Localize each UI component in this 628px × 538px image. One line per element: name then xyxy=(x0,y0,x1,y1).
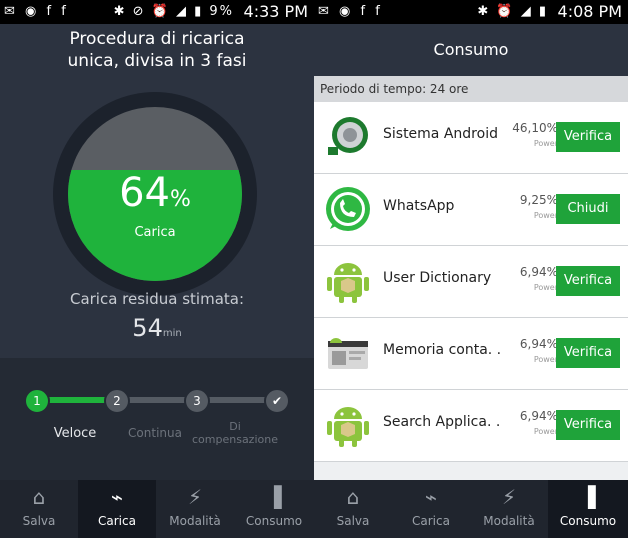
verifica-button[interactable]: Verifica xyxy=(556,410,620,440)
nav-carica[interactable]: ⌁ Carica xyxy=(392,480,470,538)
gauge-circle: 64% Carica xyxy=(68,107,242,281)
app-name: Search Applica. . xyxy=(383,414,501,430)
title-line-1: Procedura di ricarica xyxy=(69,29,245,49)
consumption-screen: ✉ ◉ f f ✱ ⏰ ◢ ▮ 4:08 PM Consumo Periodo … xyxy=(314,0,628,538)
phase-step-3[interactable]: 3 xyxy=(184,388,210,414)
list-item[interactable]: User Dictionary 6,94% Power Verifica xyxy=(314,246,628,318)
app-percent-sub: Power xyxy=(533,427,558,436)
system-icons: ✱ ⏰ ◢ ▮ xyxy=(477,4,548,19)
verifica-button[interactable]: Verifica xyxy=(556,122,620,152)
nav-carica[interactable]: ⌁ Carica xyxy=(78,480,156,538)
charge-percent: 64% xyxy=(68,171,242,222)
remaining-unit: min xyxy=(162,328,182,339)
app-name: Memoria conta. . xyxy=(383,342,502,358)
bottom-nav: ⌂ Salva ⌁ Carica ⚡ Modalità ▐ Consumo xyxy=(314,480,628,538)
charge-gauge: 64% Carica xyxy=(53,92,257,296)
charge-percent-unit: % xyxy=(170,187,191,212)
list-item[interactable]: Search Applica. . 6,94% Power Verifica xyxy=(314,390,628,462)
nav-modalita[interactable]: ⚡ Modalità xyxy=(156,480,234,538)
nav-label: Modalità xyxy=(483,514,535,528)
app-percent-sub: Power xyxy=(533,283,558,292)
bottom-nav: ⌂ Salva ⌁ Carica ⚡ Modalità ▐ Consumo xyxy=(0,480,314,538)
storage-icon xyxy=(328,338,368,369)
home-icon: ⌂ xyxy=(346,485,360,509)
app-percent: 6,94% xyxy=(519,337,558,351)
remaining-minutes: 54 xyxy=(132,314,163,342)
bar-chart-icon: ▐ xyxy=(580,485,596,509)
charge-label: Carica xyxy=(134,225,176,240)
app-name: Sistema Android xyxy=(383,126,498,142)
notification-icons: ✉ ◉ f f xyxy=(4,4,69,19)
status-time: 4:33 PM xyxy=(243,2,308,21)
list-item[interactable]: WhatsApp 9,25% Power Chiudi xyxy=(314,174,628,246)
charge-percent-value: 64 xyxy=(119,170,170,216)
app-percent-sub: Power xyxy=(533,139,558,148)
app-percent: 46,10% xyxy=(512,121,558,135)
phase-label-compensazione: Di compensazione xyxy=(192,420,278,446)
nav-salva[interactable]: ⌂ Salva xyxy=(314,480,392,538)
nav-label: Carica xyxy=(412,514,450,528)
status-time: 4:08 PM xyxy=(557,2,622,21)
title-line-2: unica, divisa in 3 fasi xyxy=(67,51,247,71)
app-percent-sub: Power xyxy=(533,211,558,220)
time-period-label: Periodo di tempo: 24 ore xyxy=(320,82,469,96)
phase-step-2[interactable]: 2 xyxy=(104,388,130,414)
phase-label-continua: Continua xyxy=(128,426,182,440)
nav-label: Salva xyxy=(336,514,370,528)
app-percent: 9,25% xyxy=(519,193,558,207)
android-package-icon xyxy=(327,263,369,303)
nav-salva[interactable]: ⌂ Salva xyxy=(0,480,78,538)
nav-label: Consumo xyxy=(559,514,617,528)
phase-track xyxy=(36,397,276,403)
nav-label: Salva xyxy=(22,514,56,528)
phase-label-veloce: Veloce xyxy=(53,426,97,441)
nav-label: Carica xyxy=(98,514,136,528)
page-title: Procedura di ricarica unica, divisa in 3… xyxy=(0,28,314,72)
status-bar: ✉ ◉ f f ✱ ⏰ ◢ ▮ 4:08 PM xyxy=(314,0,628,24)
whatsapp-icon xyxy=(326,187,370,231)
app-percent-sub: Power xyxy=(533,355,558,364)
status-bar: ✉ ◉ f f ✱ ⊘ ⏰ ◢ ▮ 9% 4:33 PM xyxy=(0,0,314,24)
app-consumption-list: Sistema Android 46,10% Power Verifica Wh… xyxy=(314,102,628,480)
remaining-label: Carica residua stimata: xyxy=(69,290,245,308)
home-icon: ⌂ xyxy=(32,485,46,509)
nav-modalita[interactable]: ⚡ Modalità xyxy=(470,480,548,538)
app-name: User Dictionary xyxy=(383,270,492,286)
lightning-icon: ⚡ xyxy=(501,485,517,509)
system-icons: ✱ ⊘ ⏰ ◢ ▮ 9% xyxy=(113,4,234,19)
time-period-bar: Periodo di tempo: 24 ore xyxy=(314,76,628,102)
bar-chart-icon: ▐ xyxy=(266,485,282,509)
android-package-icon xyxy=(327,407,369,447)
phase-step-done-check-icon[interactable]: ✔ xyxy=(264,388,290,414)
app-name: WhatsApp xyxy=(383,198,455,214)
phase-step-1[interactable]: 1 xyxy=(24,388,50,414)
verifica-button[interactable]: Verifica xyxy=(556,266,620,296)
charge-screen: ✉ ◉ f f ✱ ⊘ ⏰ ◢ ▮ 9% 4:33 PM Procedura d… xyxy=(0,0,314,538)
list-item[interactable]: Memoria conta. . 6,94% Power Verifica xyxy=(314,318,628,390)
android-system-icon xyxy=(328,117,368,155)
remaining-value: 54min xyxy=(0,314,314,342)
nav-label: Consumo xyxy=(245,514,303,528)
charge-phases: 1 2 3 ✔ Veloce Continua Di compensazione xyxy=(0,358,314,480)
plug-icon: ⌁ xyxy=(110,485,124,509)
app-percent: 6,94% xyxy=(519,409,558,423)
chiudi-button[interactable]: Chiudi xyxy=(556,194,620,224)
nav-label: Modalità xyxy=(169,514,221,528)
notification-icons: ✉ ◉ f f xyxy=(318,4,383,19)
page-title: Consumo xyxy=(314,24,628,76)
nav-consumo[interactable]: ▐ Consumo xyxy=(234,480,314,538)
lightning-icon: ⚡ xyxy=(187,485,203,509)
app-percent: 6,94% xyxy=(519,265,558,279)
nav-consumo[interactable]: ▐ Consumo xyxy=(548,480,628,538)
plug-icon: ⌁ xyxy=(424,485,438,509)
verifica-button[interactable]: Verifica xyxy=(556,338,620,368)
list-item[interactable]: Sistema Android 46,10% Power Verifica xyxy=(314,102,628,174)
